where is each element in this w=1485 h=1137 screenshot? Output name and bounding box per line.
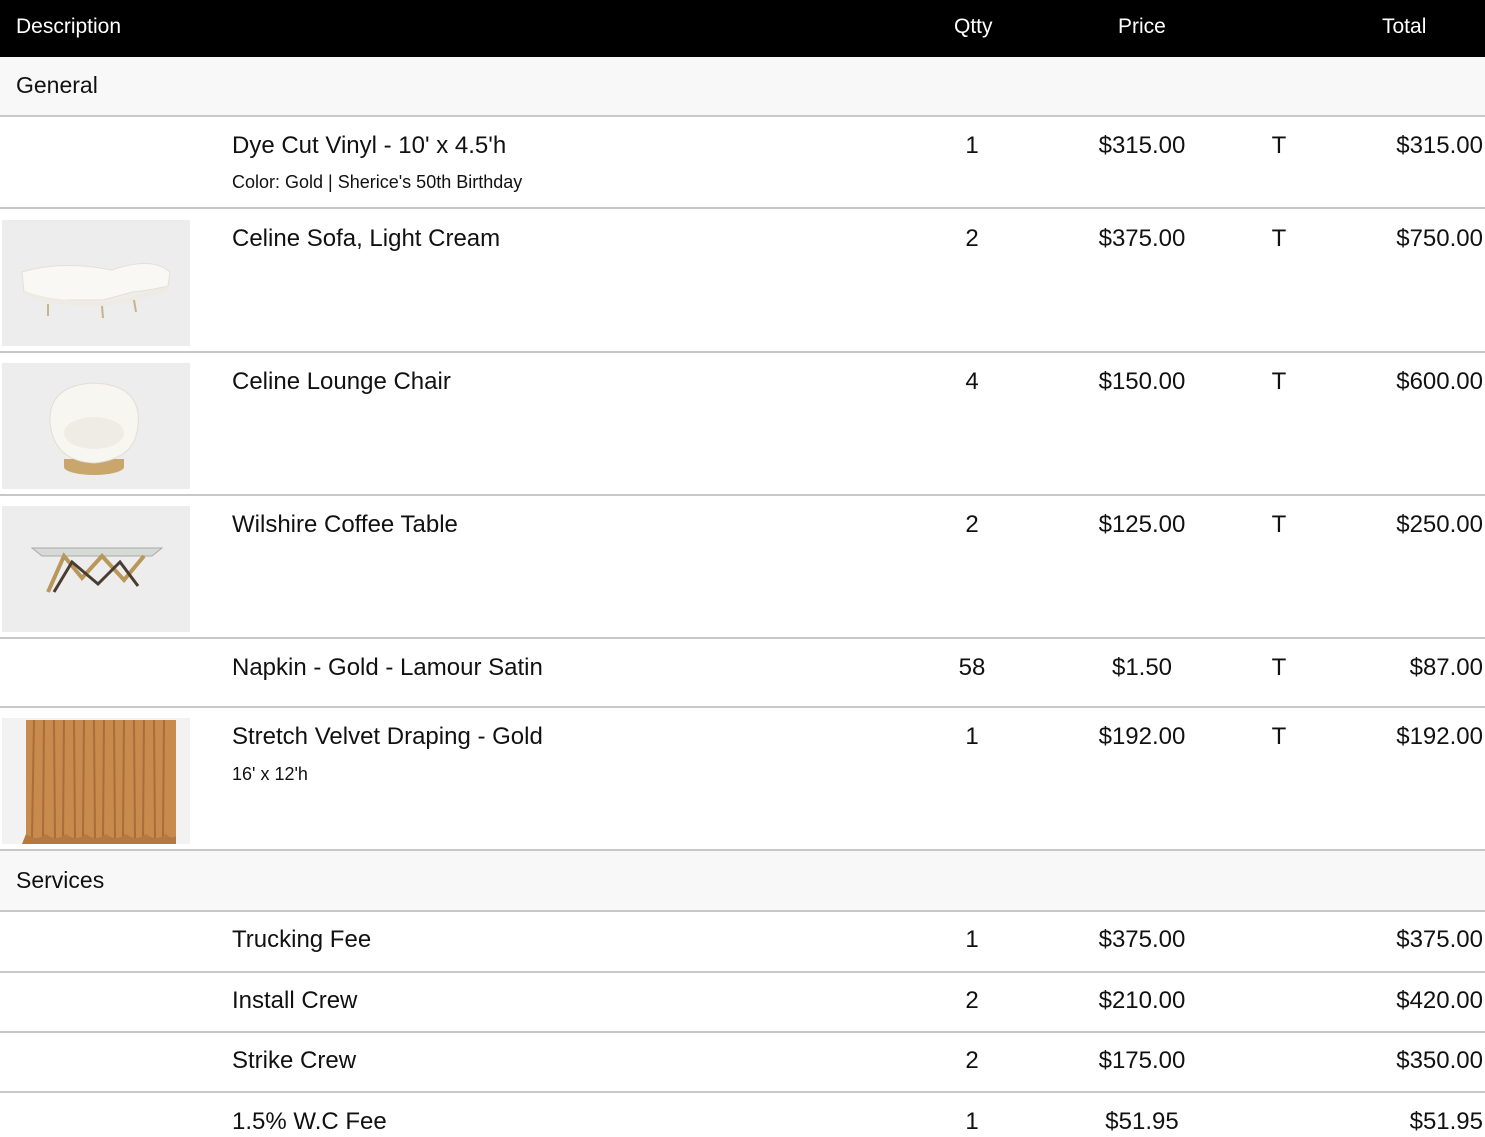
table-row[interactable]: Strike Crew 2 $175.00 $350.00 (0, 1033, 1485, 1093)
sofa-image (2, 220, 190, 346)
section-title: General (16, 72, 98, 98)
header-description: Description (16, 15, 122, 38)
item-name: Wilshire Coffee Table (232, 511, 458, 538)
item-tax: T (1271, 368, 1287, 395)
item-name: Strike Crew (232, 1047, 357, 1074)
item-total: $51.95 (1409, 1108, 1483, 1135)
item-price: $210.00 (1098, 987, 1186, 1014)
item-price: $375.00 (1098, 225, 1186, 252)
item-price: $150.00 (1098, 368, 1186, 395)
item-name: Stretch Velvet Draping - Gold (232, 723, 543, 750)
item-name: Install Crew (232, 987, 358, 1014)
item-price: $175.00 (1098, 1047, 1186, 1074)
table-row[interactable]: Stretch Velvet Draping - Gold 16' x 12'h… (0, 708, 1485, 851)
draping-image (2, 718, 190, 844)
item-qty: 58 (958, 654, 986, 681)
table-row[interactable]: Celine Lounge Chair 4 $150.00 T $600.00 (0, 353, 1485, 496)
table-row[interactable]: Trucking Fee 1 $375.00 $375.00 (0, 912, 1485, 973)
item-subtitle: Color: Gold | Sherice's 50th Birthday (232, 172, 523, 192)
item-total: $87.00 (1409, 654, 1483, 681)
item-price: $1.50 (1111, 654, 1173, 681)
item-tax: T (1271, 511, 1287, 538)
item-tax: T (1271, 723, 1287, 750)
quote-table: Description Qtty Price Total General Dye… (0, 0, 1485, 1137)
item-qty: 4 (965, 368, 979, 395)
header-qty: Qtty (954, 15, 993, 38)
item-total: $420.00 (1396, 987, 1483, 1014)
item-price: $192.00 (1098, 723, 1186, 750)
item-total: $375.00 (1396, 926, 1483, 953)
item-name: 1.5% W.C Fee (232, 1108, 387, 1135)
item-total: $250.00 (1396, 511, 1483, 538)
item-total: $600.00 (1396, 368, 1483, 395)
item-total: $350.00 (1396, 1047, 1483, 1074)
item-tax: T (1271, 225, 1287, 252)
item-qty: 2 (965, 225, 979, 252)
item-price: $51.95 (1105, 1108, 1179, 1135)
item-total: $192.00 (1396, 723, 1483, 750)
item-name: Napkin - Gold - Lamour Satin (232, 654, 543, 681)
section-general: General (0, 57, 1485, 117)
item-total: $315.00 (1396, 132, 1483, 159)
item-price: $315.00 (1098, 132, 1186, 159)
item-name: Trucking Fee (232, 926, 372, 953)
item-qty: 2 (965, 511, 979, 538)
lounge-chair-image (2, 363, 190, 489)
table-row[interactable]: Celine Sofa, Light Cream 2 $375.00 T $75… (0, 209, 1485, 353)
item-name: Dye Cut Vinyl - 10' x 4.5'h (232, 132, 507, 159)
item-name: Celine Lounge Chair (232, 368, 451, 395)
section-services: Services (0, 851, 1485, 912)
item-subtitle: 16' x 12'h (232, 764, 308, 784)
item-qty: 1 (965, 132, 979, 159)
header-total: Total (1382, 15, 1427, 38)
table-row[interactable]: Install Crew 2 $210.00 $420.00 (0, 973, 1485, 1033)
table-row[interactable]: 1.5% W.C Fee 1 $51.95 $51.95 (0, 1093, 1485, 1137)
section-title: Services (16, 867, 105, 893)
item-total: $750.00 (1396, 225, 1483, 252)
coffee-table-image (2, 506, 190, 632)
header-price: Price (1118, 15, 1166, 38)
item-qty: 2 (965, 987, 979, 1014)
item-name: Celine Sofa, Light Cream (232, 225, 501, 252)
item-tax: T (1271, 132, 1287, 159)
table-row[interactable]: Wilshire Coffee Table 2 $125.00 T $250.0… (0, 496, 1485, 639)
item-qty: 1 (965, 1108, 979, 1135)
table-row[interactable]: Dye Cut Vinyl - 10' x 4.5'h Color: Gold … (0, 117, 1485, 209)
item-qty: 1 (965, 723, 979, 750)
item-qty: 2 (965, 1047, 979, 1074)
item-price: $375.00 (1098, 926, 1186, 953)
item-qty: 1 (965, 926, 979, 953)
table-header: Description Qtty Price Total (0, 0, 1485, 57)
item-tax: T (1271, 654, 1287, 681)
table-row[interactable]: Napkin - Gold - Lamour Satin 58 $1.50 T … (0, 639, 1485, 708)
item-price: $125.00 (1098, 511, 1186, 538)
